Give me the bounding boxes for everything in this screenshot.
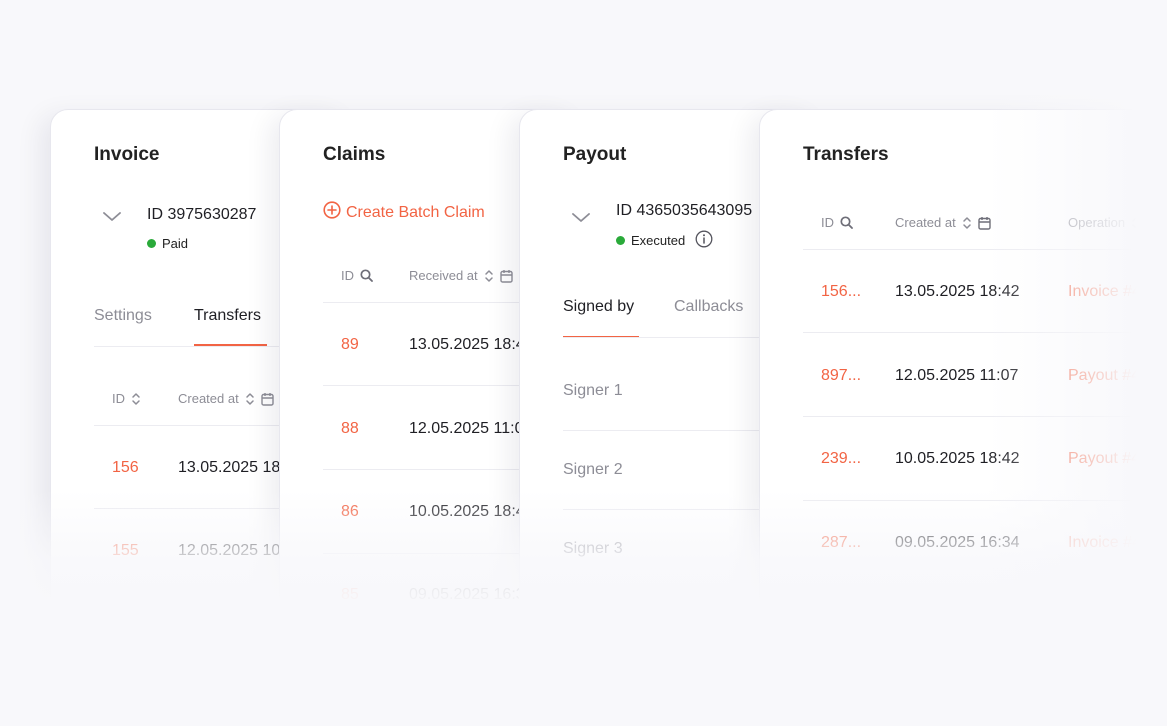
claims-title: Claims: [323, 144, 386, 165]
plus-circle-icon: [323, 201, 341, 224]
calendar-icon[interactable]: [978, 216, 991, 230]
create-batch-claim-label: Create Batch Claim: [346, 203, 485, 221]
row-id[interactable]: 85: [341, 586, 359, 604]
row-operation[interactable]: Payout #4: [1068, 450, 1140, 468]
column-header-id-label: ID: [341, 268, 354, 283]
row-divider: [803, 332, 1167, 333]
search-icon[interactable]: [840, 216, 853, 229]
calendar-icon[interactable]: [261, 392, 274, 406]
chevron-down-icon[interactable]: [103, 209, 121, 227]
status-dot: [147, 239, 156, 248]
sort-icon[interactable]: [484, 269, 494, 283]
row-divider: [803, 500, 1167, 501]
header-divider: [803, 249, 1167, 250]
invoice-title: Invoice: [94, 144, 160, 165]
row-id[interactable]: 88: [341, 420, 359, 438]
row-created-at: 09.05.2025 16:34: [895, 534, 1020, 551]
sort-icon[interactable]: [962, 216, 972, 230]
row-id[interactable]: 89: [341, 336, 359, 354]
row-id[interactable]: 287...: [821, 534, 861, 552]
calendar-icon[interactable]: [499, 269, 513, 283]
status-badge: Executed: [616, 230, 713, 251]
row-id[interactable]: 897...: [821, 367, 861, 385]
column-header-created-at-label: Created at: [895, 215, 956, 230]
row-operation[interactable]: Payout #4: [1068, 367, 1140, 385]
tab-transfers[interactable]: Transfers: [194, 307, 261, 325]
column-header-id-label: ID: [112, 391, 125, 406]
column-header-id-label: ID: [821, 215, 834, 230]
row-created-at: 12.05.2025 11:07: [895, 367, 1019, 384]
row-operation[interactable]: Invoice #4: [1068, 283, 1141, 301]
transfers-title: Transfers: [803, 144, 889, 165]
status-dot: [616, 236, 625, 245]
column-header-created-at[interactable]: Created at: [895, 215, 991, 230]
column-header-created-at-label: Created at: [178, 391, 239, 406]
status-label: Executed: [631, 233, 686, 248]
row-received-at: 09.05.2025 16:34: [409, 586, 534, 603]
payout-title: Payout: [563, 144, 627, 165]
sort-icon[interactable]: [245, 392, 255, 406]
payout-id: ID 4365035643095: [616, 202, 753, 219]
row-id[interactable]: 156: [112, 459, 139, 477]
invoice-id: ID 3975630287: [147, 206, 257, 223]
column-header-operation-label: Operation: [1068, 215, 1126, 230]
row-id[interactable]: 156...: [821, 283, 861, 301]
row-received-at: 13.05.2025 18:42: [409, 336, 534, 353]
row-divider: [803, 416, 1167, 417]
column-header-received-at[interactable]: Received at: [409, 268, 513, 283]
signer-item: Signer 2: [563, 461, 623, 478]
search-icon[interactable]: [360, 269, 373, 282]
chevron-down-icon[interactable]: [572, 210, 590, 228]
status-badge: Paid: [147, 236, 188, 251]
row-id[interactable]: 155: [112, 542, 139, 560]
row-created-at: 13.05.2025 18:42: [895, 283, 1020, 300]
column-header-id[interactable]: ID: [341, 268, 373, 283]
signer-item: Signer 3: [563, 540, 623, 557]
sort-icon[interactable]: [131, 392, 141, 406]
transfers-card: Transfers ID Created at Operation 156...…: [759, 109, 1167, 631]
column-header-received-at-label: Received at: [409, 268, 478, 283]
row-created-at: 10.05.2025 18:42: [895, 450, 1020, 467]
column-header-id[interactable]: ID: [821, 215, 853, 230]
row-received-at: 10.05.2025 18:42: [409, 503, 534, 520]
row-id[interactable]: 86: [341, 503, 359, 521]
tab-signed-by[interactable]: Signed by: [563, 298, 634, 316]
sort-icon[interactable]: [1131, 216, 1141, 230]
info-icon[interactable]: [695, 230, 713, 251]
create-batch-claim-button[interactable]: Create Batch Claim: [323, 201, 485, 224]
tab-callbacks[interactable]: Callbacks: [674, 298, 743, 316]
column-header-id[interactable]: ID: [112, 391, 141, 406]
column-header-created-at[interactable]: Created at: [178, 391, 274, 406]
tab-settings[interactable]: Settings: [94, 307, 152, 325]
row-id[interactable]: 239...: [821, 450, 861, 468]
status-label: Paid: [162, 236, 189, 251]
column-header-operation[interactable]: Operation: [1068, 215, 1141, 230]
row-operation[interactable]: Invoice #4: [1068, 534, 1141, 552]
row-received-at: 12.05.2025 11:07: [409, 420, 533, 437]
signer-item: Signer 1: [563, 382, 623, 399]
